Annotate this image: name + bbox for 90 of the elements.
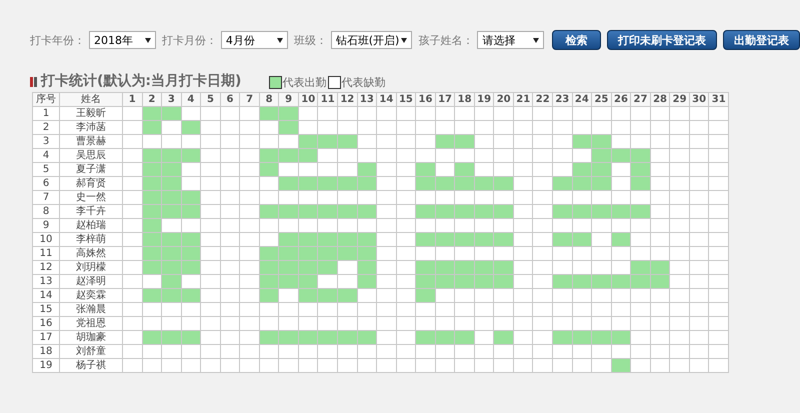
legend-label: 代表缺勤: [341, 76, 386, 89]
day-header: 21: [513, 92, 533, 106]
row-number: 16: [32, 316, 60, 330]
day-header: 10: [298, 92, 318, 106]
day-header: 20: [494, 92, 514, 106]
row-number: 19: [32, 358, 60, 372]
day-header: 2: [142, 92, 162, 106]
caret-icon: [144, 38, 151, 42]
action-button[interactable]: 打印未刷卡登记表: [606, 30, 717, 50]
row-number: 13: [32, 274, 60, 288]
select-field[interactable]: 钻石班(开启): [330, 31, 412, 49]
row-number: 10: [32, 232, 60, 246]
row-number: 8: [32, 204, 60, 218]
day-header: 28: [650, 92, 670, 106]
day-header: 17: [435, 92, 455, 106]
day-header: 13: [357, 92, 377, 106]
student-name: 郝育贤: [60, 176, 122, 190]
filter-label: 打卡月份：: [162, 32, 217, 48]
select-field[interactable]: 4月份: [220, 31, 288, 49]
action-button[interactable]: 检索: [552, 30, 601, 50]
marker-icon: [30, 76, 37, 86]
student-name: 赵泽明: [60, 274, 122, 288]
student-name: 胡珈豪: [60, 330, 122, 344]
filter-label: 班级：: [294, 32, 327, 48]
legend-label: 代表出勤: [282, 76, 326, 89]
day-header: 8: [259, 92, 279, 106]
row-number: 18: [32, 344, 60, 358]
row-number: 11: [32, 246, 60, 260]
day-header: 30: [689, 92, 709, 106]
column-header: 姓名: [60, 92, 122, 106]
day-header: 11: [318, 92, 338, 106]
day-header: 24: [572, 92, 592, 106]
day-header: 26: [611, 92, 631, 106]
row-number: 4: [32, 148, 60, 162]
row-number: 17: [32, 330, 60, 344]
day-header: 3: [162, 92, 182, 106]
day-header: 12: [338, 92, 358, 106]
student-name: 夏子潇: [60, 162, 122, 176]
day-header: 1: [122, 92, 142, 106]
day-header: 14: [376, 92, 396, 106]
student-name: 赵奕霖: [60, 288, 122, 302]
row-number: 3: [32, 134, 60, 148]
student-name: 李沛菡: [60, 120, 122, 134]
caret-icon: [401, 38, 408, 42]
filter-label: 打卡年份：: [30, 32, 85, 48]
row-number: 5: [32, 162, 60, 176]
student-name: 刘舒童: [60, 344, 122, 358]
day-header: 6: [220, 92, 240, 106]
row-number: 6: [32, 176, 60, 190]
caret-icon: [276, 38, 283, 42]
row-number: 12: [32, 260, 60, 274]
student-name: 赵柏瑞: [60, 218, 122, 232]
student-name: 党祖恩: [60, 316, 122, 330]
day-header: 22: [532, 92, 553, 106]
caret-icon: [533, 38, 540, 42]
select-field[interactable]: 2018年: [89, 31, 156, 49]
student-name: 李千卉: [60, 204, 122, 218]
student-name: 王毅昕: [60, 106, 122, 120]
student-name: 刘玥檬: [60, 260, 122, 274]
row-number: 9: [32, 218, 60, 232]
day-header: 9: [278, 92, 298, 106]
student-name: 史一然: [60, 190, 122, 204]
filter-label: 孩子姓名：: [418, 32, 474, 48]
column-header: 序号: [32, 92, 60, 106]
student-name: 吴思辰: [60, 148, 122, 162]
row-number: 14: [32, 288, 60, 302]
student-name: 杨子祺: [60, 358, 122, 372]
student-name: 高姝然: [60, 246, 122, 260]
day-header: 15: [396, 92, 416, 106]
day-header: 18: [454, 92, 474, 106]
row-number: 2: [32, 120, 60, 134]
student-name: 李梓萌: [60, 232, 122, 246]
day-header: 19: [474, 92, 494, 106]
row-number: 7: [32, 190, 60, 204]
day-header: 23: [552, 92, 572, 106]
day-header: 27: [630, 92, 650, 106]
select-field[interactable]: 请选择: [477, 31, 544, 49]
day-header: 29: [670, 92, 690, 106]
action-button[interactable]: 出勤登记表: [722, 30, 800, 50]
section-title: 打卡统计(默认为:当月打卡日期): [41, 74, 242, 89]
day-header: 16: [416, 92, 436, 106]
student-name: 张瀚晨: [60, 302, 122, 316]
day-header: 25: [592, 92, 612, 106]
row-number: 15: [32, 302, 60, 316]
day-header: 5: [200, 92, 220, 106]
day-header: 4: [181, 92, 201, 106]
row-number: 1: [32, 106, 60, 120]
day-header: 7: [240, 92, 260, 106]
student-name: 曹景赫: [60, 134, 122, 148]
day-header: 31: [708, 92, 728, 106]
